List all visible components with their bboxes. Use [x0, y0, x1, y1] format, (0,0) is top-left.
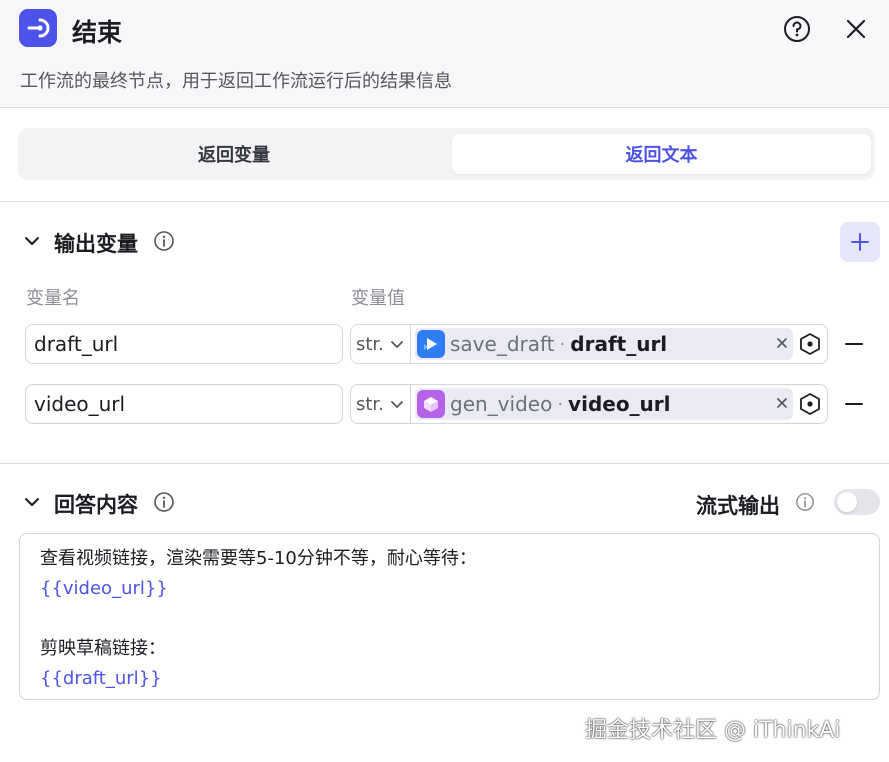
node-title: 结束: [72, 18, 123, 47]
remove-variable-button[interactable]: [843, 393, 865, 415]
stream-output-toggle[interactable]: [834, 489, 880, 515]
tab-return-text[interactable]: 返回文本: [452, 134, 871, 174]
chevron-down-icon: [391, 401, 403, 408]
clear-icon[interactable]: [775, 336, 789, 350]
clear-icon[interactable]: [775, 396, 789, 410]
toggle-knob: [837, 492, 857, 512]
source-node-name: save_draft: [450, 332, 555, 356]
type-label: str.: [356, 333, 384, 355]
info-icon[interactable]: [795, 492, 815, 512]
cube-node-icon: [417, 390, 445, 418]
section-divider: [0, 201, 889, 202]
source-variable-name: draft_url: [570, 332, 668, 356]
variable-value-field: str. save_draft · draft_url: [350, 324, 828, 364]
type-label: str.: [356, 393, 384, 415]
info-icon[interactable]: [153, 491, 175, 513]
output-section-title: 输出变量: [54, 232, 138, 256]
remove-variable-button[interactable]: [843, 333, 865, 355]
answer-line: 查看视频链接，渲染需要等5-10分钟不等，耐心等待：: [40, 548, 477, 569]
tab-return-variables[interactable]: 返回变量: [24, 134, 444, 174]
variable-name-input[interactable]: video_url: [25, 384, 343, 424]
type-select[interactable]: str.: [351, 385, 411, 423]
separator: ·: [559, 333, 566, 355]
section-divider: [0, 463, 889, 464]
return-mode-tabs: 返回变量 返回文本: [18, 128, 875, 180]
answer-section-title: 回答内容: [54, 493, 138, 517]
column-header-value: 变量值: [351, 288, 405, 309]
play-node-icon: [417, 330, 445, 358]
node-description: 工作流的最终节点，用于返回工作流运行后的结果信息: [20, 71, 452, 92]
help-icon[interactable]: [783, 15, 811, 43]
variable-reference-chip[interactable]: gen_video · video_url: [415, 388, 793, 420]
chevron-down-icon[interactable]: [22, 231, 42, 251]
add-variable-button[interactable]: [840, 222, 880, 262]
stream-output-label: 流式输出: [696, 494, 780, 518]
variable-name-input[interactable]: draft_url: [25, 324, 343, 364]
chevron-down-icon[interactable]: [22, 492, 42, 512]
source-node-name: gen_video: [450, 392, 553, 416]
column-header-name: 变量名: [26, 288, 80, 309]
variable-reference-chip[interactable]: save_draft · draft_url: [415, 328, 793, 360]
end-node-icon: [19, 9, 57, 47]
plus-icon: [851, 233, 869, 251]
variable-value-field: str. gen_video · video_url: [350, 384, 828, 424]
answer-content-editor[interactable]: 查看视频链接，渲染需要等5-10分钟不等，耐心等待： {{video_url}}…: [19, 533, 880, 700]
variable-picker-icon[interactable]: [798, 332, 822, 356]
info-icon[interactable]: [153, 230, 175, 252]
close-icon[interactable]: [842, 15, 870, 43]
type-select[interactable]: str.: [351, 325, 411, 363]
chevron-down-icon: [391, 341, 403, 348]
source-variable-name: video_url: [568, 392, 671, 416]
answer-line: 剪映草稿链接：: [40, 638, 166, 659]
separator: ·: [557, 393, 564, 415]
watermark: 掘金技术社区 @ iThinkAi: [585, 718, 841, 743]
variable-reference: {{video_url}}: [40, 578, 168, 599]
variable-picker-icon[interactable]: [798, 392, 822, 416]
variable-reference: {{draft_url}}: [40, 668, 162, 689]
node-header: 结束 工作流的最终节点，用于返回工作流运行后的结果信息: [0, 0, 889, 108]
